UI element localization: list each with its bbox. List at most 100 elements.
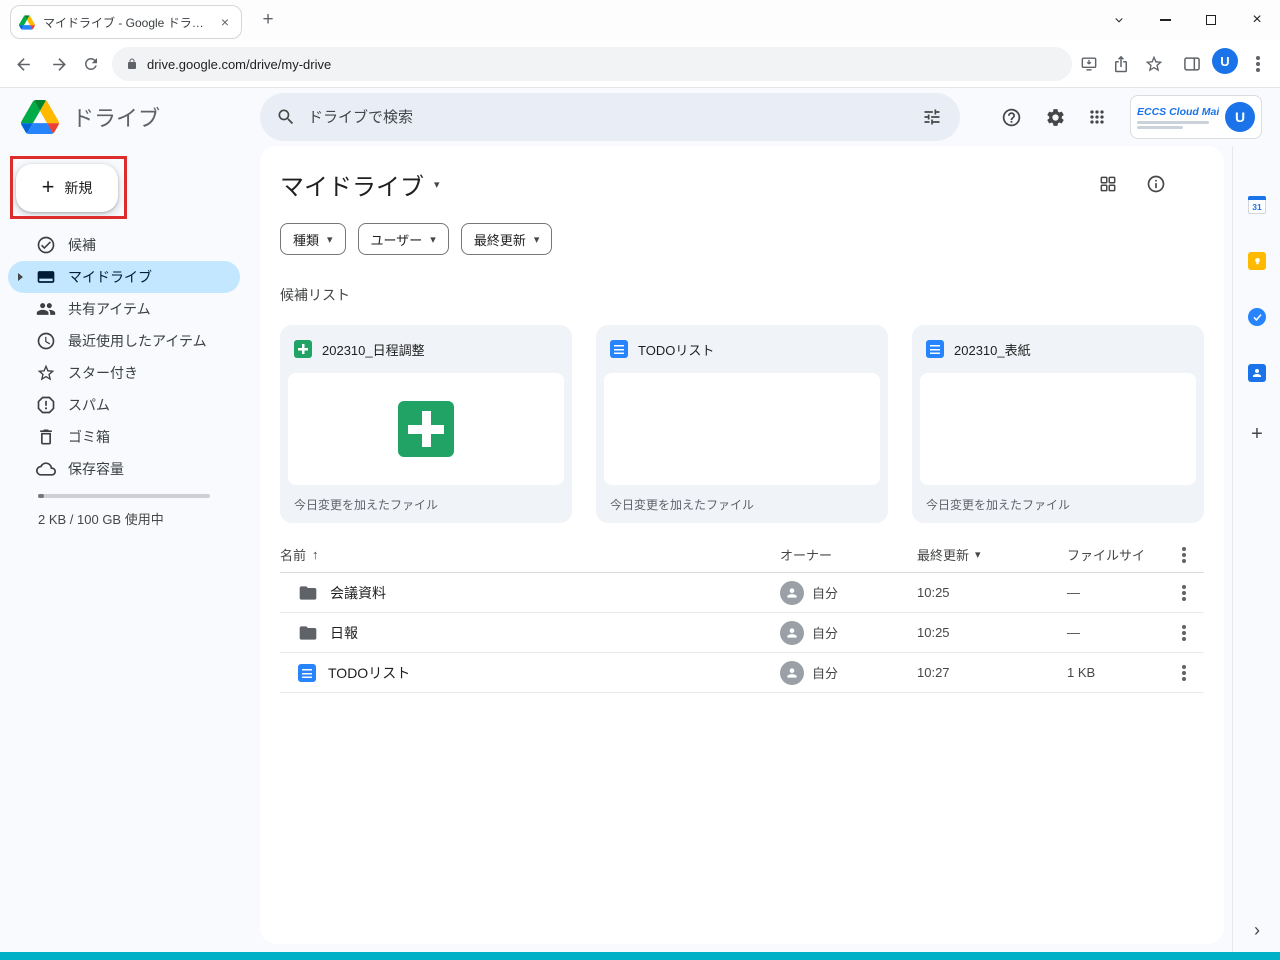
sidebar-item-suggestions[interactable]: 候補 xyxy=(8,229,240,261)
close-window-button[interactable]: × xyxy=(1234,0,1280,40)
filter-chip-type[interactable]: 種類 ▾ xyxy=(280,223,346,255)
caret-down-icon: ▾ xyxy=(975,548,981,561)
row-menu-button[interactable] xyxy=(1163,591,1204,595)
owner-name: 自分 xyxy=(812,583,838,602)
contacts-app-button[interactable] xyxy=(1243,359,1271,387)
kebab-menu-icon xyxy=(1182,671,1186,675)
filter-chip-user[interactable]: ユーザー ▾ xyxy=(358,223,449,255)
file-thumbnail xyxy=(288,373,564,485)
page-title: マイドライブ xyxy=(280,167,424,202)
suggestion-reason: 今日変更を加えたファイル xyxy=(280,485,572,523)
docs-file-icon xyxy=(610,340,628,358)
search-bar[interactable] xyxy=(260,93,960,141)
account-badge[interactable]: ECCS Cloud Mail U xyxy=(1130,95,1262,139)
calendar-icon: 31 xyxy=(1248,196,1266,214)
account-name: ECCS Cloud Mail xyxy=(1137,106,1219,119)
sidebar-item-spam[interactable]: スパム xyxy=(8,389,240,421)
help-button[interactable] xyxy=(991,97,1031,137)
file-name: 202310_日程調整 xyxy=(322,340,425,359)
row-menu-button[interactable] xyxy=(1163,631,1204,635)
settings-button[interactable] xyxy=(1035,97,1075,137)
forward-button[interactable] xyxy=(42,47,76,81)
browser-tab[interactable]: マイドライブ - Google ドライブ × xyxy=(10,5,242,39)
sidebar-item-shared[interactable]: 共有アイテム xyxy=(8,293,240,325)
browser-profile-avatar[interactable]: U xyxy=(1212,48,1238,74)
maximize-button[interactable] xyxy=(1188,0,1234,40)
reload-button[interactable] xyxy=(74,47,108,81)
keep-app-button[interactable] xyxy=(1243,247,1271,275)
suggestion-reason: 今日変更を加えたファイル xyxy=(596,485,888,523)
grid-view-icon xyxy=(1098,174,1118,194)
calendar-app-button[interactable]: 31 xyxy=(1243,191,1271,219)
sidebar-item-starred[interactable]: スター付き xyxy=(8,357,240,389)
suggestion-card[interactable]: TODOリスト 今日変更を加えたファイル xyxy=(596,325,888,523)
sidebar-item-trash[interactable]: ゴミ箱 xyxy=(8,421,240,453)
sheets-file-icon xyxy=(294,340,312,358)
file-row[interactable]: TODOリスト 自分 10:27 1 KB xyxy=(280,653,1204,693)
sidebar-item-label: マイドライブ xyxy=(68,267,152,287)
file-name: TODOリスト xyxy=(638,340,714,359)
tab-close-icon[interactable]: × xyxy=(217,14,233,30)
tab-search-button[interactable] xyxy=(1096,0,1142,40)
file-row[interactable]: 会議資料 自分 10:25 — xyxy=(280,573,1204,613)
back-button[interactable] xyxy=(6,47,40,81)
url-bar[interactable]: drive.google.com/drive/my-drive xyxy=(112,47,1072,81)
share-button[interactable] xyxy=(1106,49,1136,79)
new-tab-button[interactable]: + xyxy=(256,8,280,32)
filter-chip-modified[interactable]: 最終更新 ▾ xyxy=(461,223,553,255)
storage-usage-text: 2 KB / 100 GB 使用中 xyxy=(38,509,164,528)
calendar-day: 31 xyxy=(1252,202,1261,212)
suggestion-reason: 今日変更を加えたファイル xyxy=(912,485,1204,523)
folder-icon xyxy=(298,623,318,643)
install-app-button[interactable] xyxy=(1074,49,1104,79)
file-thumbnail xyxy=(604,373,880,485)
column-header-name[interactable]: 名前 ↑ xyxy=(280,545,780,564)
trash-icon xyxy=(36,427,56,447)
workspace-side-rail: 31 + › xyxy=(1232,146,1280,952)
side-panel-button[interactable] xyxy=(1177,49,1207,79)
column-header-size[interactable]: ファイルサイ xyxy=(1067,545,1163,564)
sidebar-item-label: ゴミ箱 xyxy=(68,427,110,447)
person-icon xyxy=(1251,367,1263,379)
tasks-app-button[interactable] xyxy=(1243,303,1271,331)
account-logo: ECCS Cloud Mail xyxy=(1137,106,1219,129)
column-settings-button[interactable] xyxy=(1163,553,1204,557)
search-options-button[interactable] xyxy=(912,97,952,137)
details-button[interactable] xyxy=(1142,170,1170,198)
owner-avatar xyxy=(780,661,804,685)
apps-grid-button[interactable] xyxy=(1077,97,1117,137)
sidebar-item-recent[interactable]: 最近使用したアイテム xyxy=(8,325,240,357)
sidebar-nav: 候補 マイドライブ 共有アイテム 最近使用したアイテム スター付き xyxy=(0,229,256,485)
lock-icon xyxy=(126,57,138,71)
sidebar-item-label: 保存容量 xyxy=(68,459,124,479)
back-arrow-icon xyxy=(14,55,33,74)
column-header-owner[interactable]: オーナー xyxy=(780,545,917,564)
view-layout-button[interactable] xyxy=(1094,170,1122,198)
column-header-modified[interactable]: 最終更新 ▾ xyxy=(917,545,1067,564)
search-icon xyxy=(276,107,296,127)
drive-logo-icon xyxy=(21,100,59,134)
cloud-icon xyxy=(36,459,56,479)
show-side-panel-button[interactable]: › xyxy=(1243,916,1271,944)
page-title-dropdown[interactable]: マイドライブ ▾ xyxy=(280,167,440,202)
sidebar-item-storage[interactable]: 保存容量 xyxy=(8,453,240,485)
suggestion-card[interactable]: 202310_表紙 今日変更を加えたファイル xyxy=(912,325,1204,523)
expand-arrow-icon[interactable] xyxy=(18,273,23,281)
get-addons-button[interactable]: + xyxy=(1243,420,1271,448)
sidebar-item-my-drive[interactable]: マイドライブ xyxy=(8,261,240,293)
suggestion-card[interactable]: 202310_日程調整 今日変更を加えたファイル xyxy=(280,325,572,523)
file-row[interactable]: 日報 自分 10:25 — xyxy=(280,613,1204,653)
sort-ascending-icon: ↑ xyxy=(312,547,319,562)
storage-progressbar xyxy=(38,494,210,498)
browser-menu-button[interactable] xyxy=(1243,49,1273,79)
keep-icon xyxy=(1248,252,1266,270)
table-header-row: 名前 ↑ オーナー 最終更新 ▾ ファイルサイ xyxy=(280,537,1204,573)
new-button[interactable]: + 新規 xyxy=(16,164,118,212)
bookmark-button[interactable] xyxy=(1139,49,1169,79)
minimize-button[interactable] xyxy=(1142,0,1188,40)
row-menu-button[interactable] xyxy=(1163,671,1204,675)
my-drive-icon xyxy=(36,267,56,287)
account-avatar[interactable]: U xyxy=(1225,102,1255,132)
search-input[interactable] xyxy=(308,109,900,126)
plus-icon: + xyxy=(42,176,55,198)
